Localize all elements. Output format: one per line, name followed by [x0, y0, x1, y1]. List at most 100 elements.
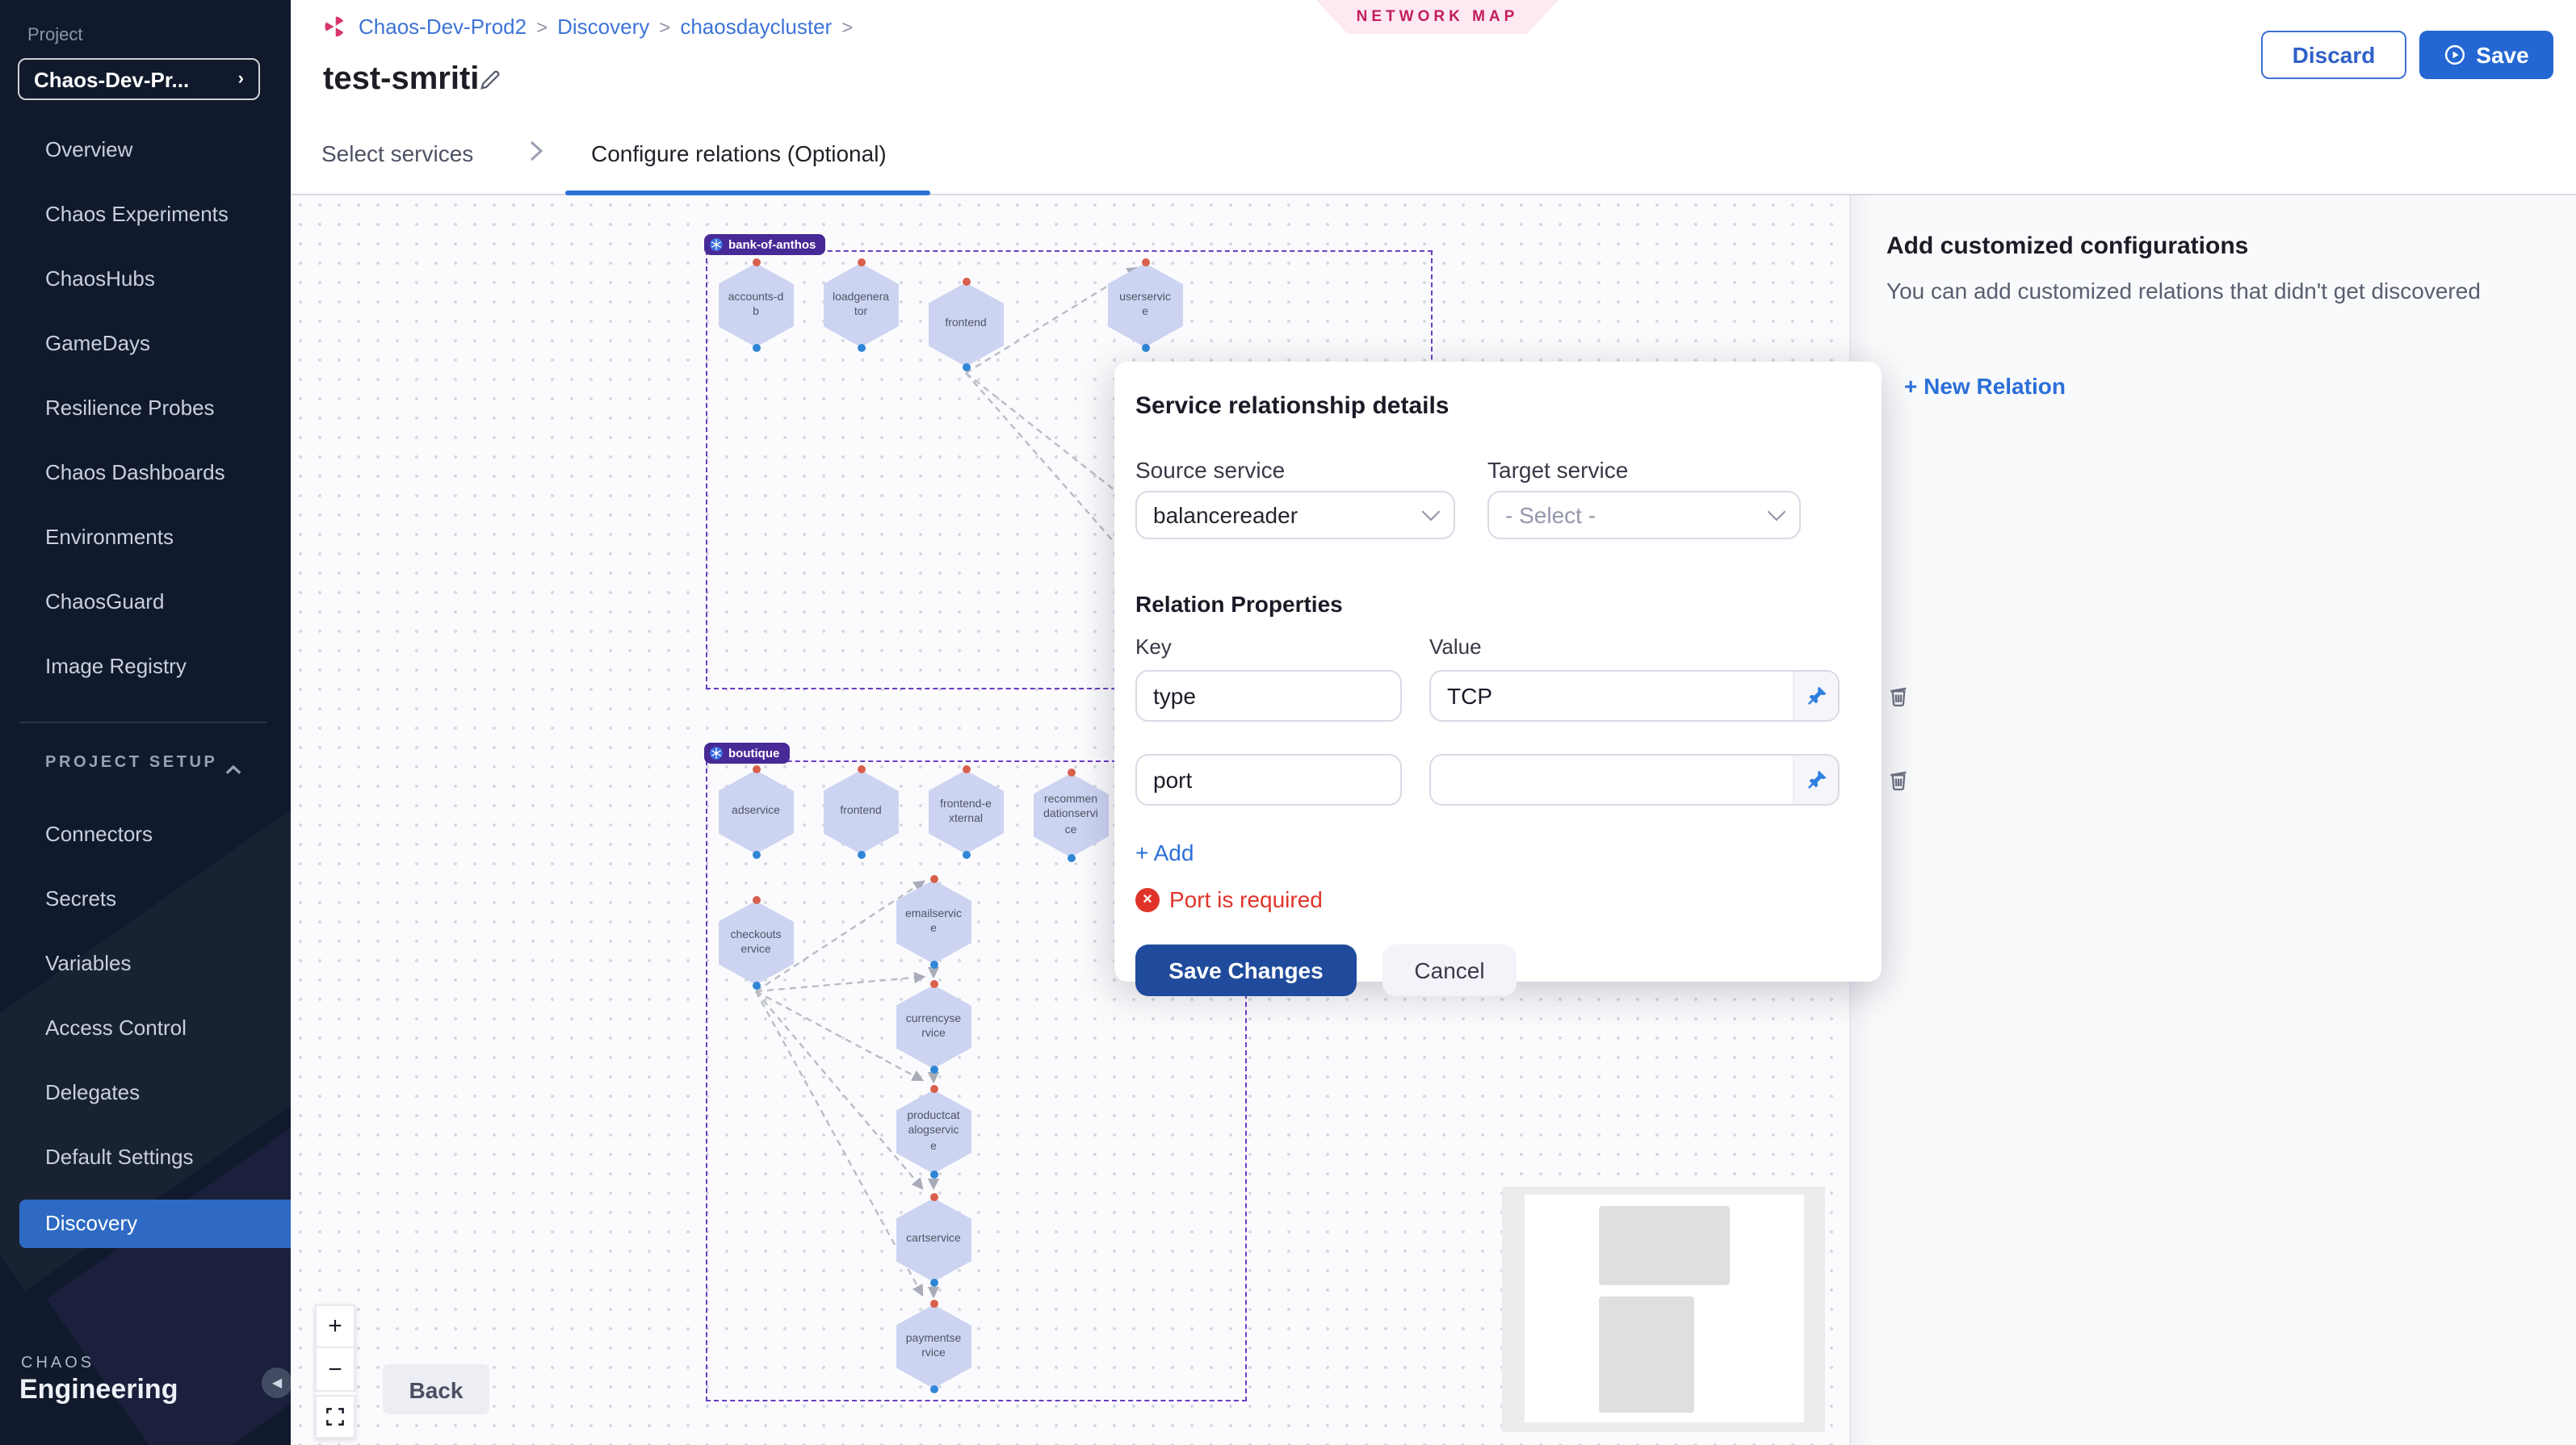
service-node-label: checkoutservice — [730, 928, 781, 958]
modal-title: Service relationship details — [1135, 392, 1861, 420]
chaos-pinwheel-icon — [323, 15, 347, 39]
property-value-input[interactable] — [1431, 756, 1793, 804]
right-panel-subtitle: You can add customized relations that di… — [1886, 278, 2481, 304]
zoom-out-button[interactable]: − — [315, 1348, 355, 1392]
right-panel: Add customized configurations You can ad… — [1849, 195, 2576, 1445]
service-node-label: userservice — [1119, 290, 1171, 320]
tab-configure-relations[interactable]: Configure relations (Optional) — [591, 140, 887, 166]
property-key-input[interactable] — [1135, 670, 1402, 722]
error-message: × Port is required — [1135, 886, 1861, 912]
cluster-badge-label: boutique — [728, 746, 779, 760]
property-row — [1135, 754, 1861, 806]
sidebar-item-chaos-dashboards[interactable]: Chaos Dashboards — [0, 450, 291, 496]
target-service-select[interactable]: - Select - — [1487, 491, 1801, 539]
kubernetes-icon — [709, 746, 724, 760]
minimap[interactable] — [1502, 1187, 1825, 1432]
sidebar-item-chaos-experiments[interactable]: Chaos Experiments — [0, 192, 291, 237]
project-setup-section-label: PROJECT SETUP — [45, 754, 218, 772]
sidebar-item-gamedays[interactable]: GameDays — [0, 321, 291, 366]
sidebar-item-connectors[interactable]: Connectors — [0, 812, 291, 857]
target-service-label: Target service — [1487, 457, 1628, 483]
fullscreen-button[interactable] — [315, 1395, 355, 1439]
chaos-logo-text: CHAOS — [21, 1355, 94, 1372]
minimap-viewport — [1525, 1195, 1804, 1422]
edit-title-icon[interactable] — [478, 68, 502, 100]
back-button[interactable]: Back — [383, 1364, 489, 1414]
fullscreen-icon — [326, 1408, 344, 1426]
pin-icon[interactable] — [1793, 756, 1838, 804]
sidebar-divider — [19, 722, 266, 723]
tab-select-services[interactable]: Select services — [321, 140, 473, 166]
sidebar-item-resilience-probes[interactable]: Resilience Probes — [0, 386, 291, 431]
error-text: Port is required — [1169, 886, 1323, 912]
sidebar-item-default-settings[interactable]: Default Settings — [0, 1135, 291, 1180]
service-node-label: productcatalogservice — [907, 1109, 959, 1155]
kubernetes-icon — [709, 237, 724, 252]
engineering-logo-text: Engineering — [19, 1374, 178, 1406]
value-column-label: Value — [1429, 635, 1482, 659]
tab-chevron-icon — [528, 139, 544, 163]
service-node-label: frontend — [840, 805, 881, 820]
service-node-label: frontend-external — [940, 797, 992, 827]
service-node-label: loadgenerator — [833, 290, 889, 320]
add-property-link[interactable]: + Add — [1135, 840, 1194, 865]
error-icon: × — [1135, 887, 1160, 911]
sidebar-item-chaosguard[interactable]: ChaosGuard — [0, 580, 291, 625]
delete-row-icon[interactable] — [1885, 681, 1912, 717]
cancel-button[interactable]: Cancel — [1382, 944, 1517, 996]
cluster-badge-label: bank-of-anthos — [728, 237, 816, 252]
property-value-input[interactable] — [1431, 672, 1793, 720]
relation-properties-label: Relation Properties — [1135, 591, 1861, 617]
sidebar-item-overview[interactable]: Overview — [0, 128, 291, 173]
property-row — [1135, 670, 1861, 722]
sidebar-item-variables[interactable]: Variables — [0, 941, 291, 986]
cluster-badge-boutique[interactable]: boutique — [704, 743, 789, 764]
right-panel-title: Add customized configurations — [1886, 232, 2248, 260]
property-key-input[interactable] — [1135, 754, 1402, 806]
service-node-label: cartservice — [906, 1233, 961, 1248]
zoom-in-button[interactable]: + — [315, 1305, 355, 1348]
chevron-down-icon — [1768, 503, 1786, 521]
source-service-label: Source service — [1135, 457, 1487, 483]
sidebar-item-discovery[interactable]: Discovery — [19, 1200, 291, 1248]
service-relationship-modal: Service relationship details Source serv… — [1114, 362, 1882, 982]
sidebar-item-chaoshubs[interactable]: ChaosHubs — [0, 257, 291, 302]
sidebar-item-secrets[interactable]: Secrets — [0, 877, 291, 922]
pin-icon[interactable] — [1793, 672, 1838, 720]
sidebar-item-access-control[interactable]: Access Control — [0, 1006, 291, 1051]
zoom-controls: + − — [315, 1305, 355, 1439]
chevron-up-icon[interactable] — [224, 756, 242, 785]
project-selector-value: Chaos-Dev-Pr... — [34, 67, 189, 91]
service-node-label: accounts-db — [728, 290, 784, 320]
sidebar-item-delegates[interactable]: Delegates — [0, 1070, 291, 1116]
chevron-right-icon: › — [238, 69, 244, 89]
sidebar-item-image-registry[interactable]: Image Registry — [0, 644, 291, 689]
property-value-group — [1429, 754, 1840, 806]
source-service-value: balancereader — [1153, 502, 1298, 528]
breadcrumb-link[interactable]: chaosdaycluster — [680, 15, 832, 39]
new-relation-button[interactable]: + New Relation — [1904, 373, 2066, 399]
cluster-badge-bank-of-anthos[interactable]: bank-of-anthos — [704, 234, 825, 255]
project-selector[interactable]: Chaos-Dev-Pr... › — [18, 58, 260, 100]
breadcrumb-separator: > — [659, 15, 670, 38]
minimap-cluster-rect — [1599, 1296, 1694, 1413]
chevron-down-icon — [1422, 503, 1441, 521]
breadcrumb-link[interactable]: Chaos-Dev-Prod2 — [359, 15, 527, 39]
page-title: test-smriti — [323, 61, 479, 98]
sidebar: Project Chaos-Dev-Pr... › OverviewChaos … — [0, 0, 291, 1445]
target-service-placeholder: - Select - — [1505, 502, 1596, 528]
service-node-label: frontend — [945, 317, 986, 333]
save-button[interactable]: Save — [2419, 31, 2553, 79]
sidebar-collapse-button[interactable]: ◀ — [262, 1368, 291, 1398]
property-value-group — [1429, 670, 1840, 722]
service-node-label: emailservice — [905, 907, 962, 937]
discard-button[interactable]: Discard — [2261, 31, 2406, 79]
save-changes-button[interactable]: Save Changes — [1135, 944, 1357, 996]
breadcrumb-link[interactable]: Discovery — [557, 15, 649, 39]
minimap-cluster-rect — [1599, 1206, 1730, 1285]
sidebar-item-environments[interactable]: Environments — [0, 515, 291, 560]
service-node-label: recommendationservice — [1043, 793, 1098, 839]
delete-row-icon[interactable] — [1885, 765, 1912, 801]
source-service-select[interactable]: balancereader — [1135, 491, 1455, 539]
service-node-label: adservice — [732, 805, 780, 820]
